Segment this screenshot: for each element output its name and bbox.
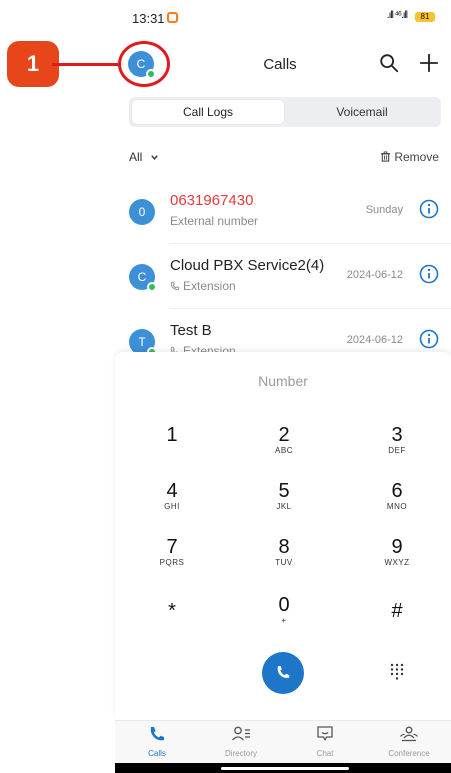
caller-name: Test B: [170, 322, 212, 339]
bottom-nav: Calls Directory Chat Conference: [115, 720, 451, 763]
dial-key-9[interactable]: 9 WXYZ: [352, 536, 442, 568]
dial-key-5[interactable]: 5 JKL: [239, 480, 329, 512]
dial-key-star[interactable]: *: [127, 600, 217, 622]
key-letters: +: [281, 616, 287, 625]
key-digit: 8: [278, 536, 290, 558]
key-digit: 2: [278, 424, 290, 446]
filter-dropdown[interactable]: All: [129, 150, 159, 164]
notification-icon: [167, 12, 178, 23]
chevron-down-icon: [150, 155, 158, 161]
call-button[interactable]: [262, 652, 304, 694]
key-letters: DEF: [388, 446, 406, 455]
key-letters: WXYZ: [384, 558, 410, 567]
conference-icon: [400, 726, 418, 742]
info-icon[interactable]: [419, 329, 439, 349]
dial-key-1[interactable]: 1: [127, 424, 217, 446]
nav-label: Conference: [388, 749, 430, 758]
highlight-ring: [118, 41, 170, 87]
battery-icon: 81: [415, 12, 435, 22]
call-date: Sunday: [365, 204, 403, 216]
call-row[interactable]: C Cloud PBX Service2(4) Extension 2024-0…: [129, 257, 451, 322]
key-digit: 1: [166, 424, 178, 446]
call-date: 2024-06-12: [346, 269, 403, 281]
key-digit: 7: [166, 536, 178, 558]
key-digit: 5: [278, 480, 290, 502]
chat-icon: [317, 726, 333, 741]
nav-label: Chat: [316, 749, 334, 758]
avatar-initial: 0: [138, 205, 146, 219]
key-letters: JKL: [276, 502, 292, 511]
key-digit: 4: [166, 480, 178, 502]
key-letters: GHI: [164, 502, 180, 511]
dial-key-0[interactable]: 0 +: [239, 594, 329, 626]
avatar-initial: C: [137, 270, 147, 284]
add-icon[interactable]: [418, 52, 440, 74]
key-letters: TUV: [275, 558, 293, 567]
key-digit: 3: [391, 424, 403, 446]
caller-name: 0631967430: [170, 192, 254, 209]
nav-label: Directory: [224, 749, 257, 758]
number-input[interactable]: Number: [115, 373, 451, 389]
presence-icon: [147, 282, 157, 292]
keypad-toggle-icon[interactable]: [388, 662, 406, 680]
key-digit: 9: [391, 536, 403, 558]
status-bar: 13:31 .ıll ⁴⁶.ıll 81: [115, 0, 451, 36]
avatar-initial: T: [138, 335, 146, 349]
nav-directory[interactable]: Directory: [199, 725, 283, 758]
call-row[interactable]: 0 0631967430 External number Sunday: [129, 192, 451, 257]
dial-key-4[interactable]: 4 GHI: [127, 480, 217, 512]
info-icon[interactable]: [419, 199, 439, 219]
key-letters: MNO: [386, 502, 408, 511]
caller-type: Extension: [170, 279, 236, 293]
phone-icon: [150, 727, 164, 741]
trash-icon: [380, 151, 391, 162]
status-time: 13:31: [132, 11, 165, 26]
caller-name: Cloud PBX Service2(4): [170, 257, 325, 274]
page-title: Calls: [263, 56, 297, 73]
home-indicator[interactable]: [221, 767, 349, 770]
dialpad-panel: Number 1 2 ABC 3 DEF 4 GHI 5 JKL 6 MNO 7 PQRS …: [115, 352, 451, 720]
phone-icon: [277, 666, 290, 678]
nav-label: Calls: [148, 749, 166, 758]
key-letters: ABC: [275, 446, 293, 455]
caller-type-label: Extension: [183, 279, 236, 293]
dial-key-6[interactable]: 6 MNO: [352, 480, 442, 512]
nav-conference[interactable]: Conference: [367, 725, 451, 758]
caller-avatar: 0: [129, 199, 155, 225]
call-tabs: Call Logs Voicemail: [129, 97, 441, 127]
divider: [170, 243, 451, 244]
dial-key-3[interactable]: 3 DEF: [352, 424, 442, 456]
nav-calls[interactable]: Calls: [115, 725, 199, 758]
filter-label: All: [129, 150, 143, 164]
tab-call-logs[interactable]: Call Logs: [132, 100, 284, 124]
search-icon[interactable]: [378, 52, 400, 74]
dial-key-2[interactable]: 2 ABC: [239, 424, 329, 456]
caller-avatar: C: [129, 264, 157, 292]
key-digit: 6: [391, 480, 403, 502]
info-icon[interactable]: [419, 264, 439, 284]
dial-key-hash[interactable]: #: [352, 600, 442, 622]
key-digit: *: [168, 600, 176, 622]
call-date: 2024-06-12: [346, 334, 403, 346]
nav-chat[interactable]: Chat: [283, 725, 367, 758]
callout-line: [52, 63, 120, 66]
dial-key-7[interactable]: 7 PQRS: [127, 536, 217, 568]
key-digit: 0: [278, 594, 290, 616]
key-letters: PQRS: [159, 558, 185, 567]
remove-label: Remove: [394, 150, 439, 164]
key-digit: #: [391, 600, 403, 622]
caller-type: External number: [170, 214, 259, 228]
tab-voicemail[interactable]: Voicemail: [287, 100, 437, 124]
remove-button[interactable]: Remove: [380, 150, 439, 164]
extension-icon: [170, 281, 180, 290]
directory-icon: [232, 726, 250, 741]
dial-key-8[interactable]: 8 TUV: [239, 536, 329, 568]
divider: [170, 308, 451, 309]
signal-icon: .ıll ⁴⁶.ıll: [386, 10, 408, 21]
